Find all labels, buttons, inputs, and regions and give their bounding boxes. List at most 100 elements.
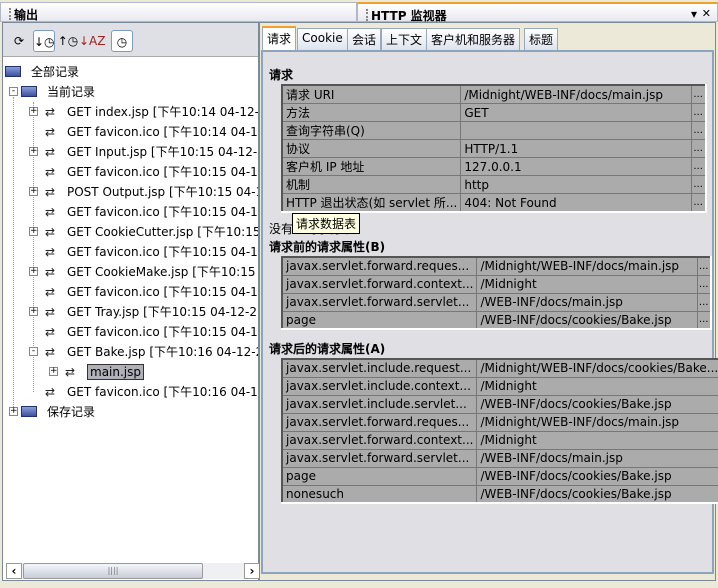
tree-root[interactable]: 全部记录 — [5, 62, 79, 82]
refresh-button[interactable]: ⟳ — [8, 30, 30, 52]
after-attributes-table[interactable]: javax.servlet.include.request.../Midnigh… — [281, 358, 718, 504]
table-row[interactable]: 协议 HTTP/1.1... — [281, 139, 707, 158]
table-row[interactable]: javax.servlet.include.request.../Midnigh… — [281, 358, 718, 378]
table-row[interactable]: javax.servlet.forward.servlet.../WEB-INF… — [281, 448, 718, 468]
edit-button[interactable]: ... — [696, 310, 712, 330]
expand-icon[interactable]: + — [29, 267, 38, 276]
tree-request-item[interactable]: ⇄ GET favicon.ico [下午10:15 04-12-27] — [45, 322, 258, 342]
expand-icon[interactable]: + — [9, 407, 18, 416]
table-row[interactable]: javax.servlet.forward.servlet.../WEB-INF… — [281, 292, 712, 312]
tree-request-item[interactable]: ⇄ GET Bake.jsp [下午10:16 04-12-27] — [45, 342, 258, 362]
scroll-left-button[interactable]: ‹ — [6, 563, 22, 579]
table-row[interactable]: javax.servlet.forward.reques.../Midnight… — [281, 256, 712, 276]
property-value: HTTP/1.1 — [460, 139, 693, 158]
monitor-panel-header[interactable]: HTTP 监视器 ▾ ✕ — [357, 2, 718, 23]
tab-2[interactable]: 会话 — [347, 28, 382, 50]
tree-request-item[interactable]: ⇄ GET favicon.ico [下午10:15 04-12-27] — [45, 242, 258, 262]
edit-button[interactable]: ... — [696, 256, 712, 276]
before-attributes-heading: 请求前的请求属性(B) — [269, 240, 386, 254]
tree-request-item[interactable]: ⇄ GET Tray.jsp [下午10:15 04-12-27] — [45, 302, 258, 322]
tree-item-label: GET CookieCutter.jsp [下午10:15 04-12-27] — [67, 225, 258, 239]
table-row[interactable]: 客户机 IP 地址 127.0.0.1... — [281, 157, 707, 176]
edit-button[interactable]: ... — [691, 157, 707, 176]
expand-icon[interactable]: + — [29, 107, 38, 116]
timestamp-button[interactable]: ◷ — [111, 30, 133, 52]
scroll-right-button[interactable]: › — [244, 563, 260, 579]
edit-button[interactable]: ... — [691, 175, 707, 194]
table-row[interactable]: 查询字符串(Q)... — [281, 121, 707, 140]
tree-request-item[interactable]: ⇄ GET favicon.ico [下午10:14 04-12-27] — [45, 122, 258, 142]
table-row[interactable]: nonesuch/WEB-INF/docs/cookies/Bake.jsp..… — [281, 484, 718, 504]
request-icon: ⇄ — [45, 285, 56, 299]
scroll-thumb[interactable]: |||| — [23, 563, 203, 579]
property-value — [460, 121, 693, 140]
tab-1[interactable]: Cookie — [297, 28, 348, 50]
edit-button[interactable]: ... — [691, 139, 707, 158]
folder-icon — [21, 406, 37, 417]
expand-icon[interactable]: + — [29, 227, 38, 236]
edit-button[interactable]: ... — [696, 292, 712, 312]
edit-button[interactable]: ... — [696, 274, 712, 294]
tree-request-item[interactable]: ⇄ GET index.jsp [下午10:14 04-12-27] — [45, 102, 258, 122]
tree-item-label: GET favicon.ico [下午10:15 04-12-27] — [67, 205, 258, 219]
drag-grip-icon[interactable] — [9, 8, 11, 20]
tree-request-item[interactable]: ⇄ GET favicon.ico [下午10:15 04-12-27] — [45, 202, 258, 222]
tab-5[interactable]: 标题 — [524, 28, 559, 50]
request-table[interactable]: 请求 URI/Midnight/WEB-INF/docs/main.jsp...… — [281, 84, 707, 213]
edit-button[interactable]: ... — [691, 103, 707, 122]
sort-time-desc-button[interactable]: ↓◷ — [33, 30, 55, 52]
close-icon[interactable]: ✕ — [702, 7, 711, 20]
output-panel-header[interactable]: 输出 — [0, 2, 357, 22]
edit-button[interactable]: ... — [691, 84, 707, 104]
edit-button[interactable]: ... — [691, 121, 707, 140]
request-icon: ⇄ — [45, 385, 56, 399]
folder-icon — [21, 86, 37, 97]
tree-current[interactable]: 当前记录 — [21, 82, 95, 102]
tree-item-label: GET Input.jsp [下午10:15 04-12-27] — [67, 145, 258, 159]
table-row[interactable]: javax.servlet.forward.context.../Midnigh… — [281, 274, 712, 294]
tree-current-label: 当前记录 — [47, 85, 96, 99]
drag-grip-icon[interactable] — [366, 9, 368, 21]
expand-icon[interactable]: + — [29, 307, 38, 316]
tree-request-item[interactable]: ⇄ POST Output.jsp [下午10:15 04-12-27] — [45, 182, 258, 202]
sort-time-asc-button[interactable]: ↑◷ — [57, 30, 79, 52]
tree-request-item[interactable]: ⇄ GET favicon.ico [下午10:16 04-12-27] — [45, 382, 258, 402]
monitor-panel-title: HTTP 监视器 — [371, 9, 447, 23]
table-row[interactable]: javax.servlet.include.servlet.../WEB-INF… — [281, 394, 718, 414]
expand-icon[interactable]: + — [29, 147, 38, 156]
tab-4[interactable]: 客户机和服务器 — [426, 28, 521, 50]
table-row[interactable]: javax.servlet.forward.context.../Midnigh… — [281, 430, 718, 450]
tree-request-item[interactable]: ⇄ GET Input.jsp [下午10:15 04-12-27] — [45, 142, 258, 162]
tree-guide-line — [13, 97, 14, 407]
tree-request-item[interactable]: ⇄ GET favicon.ico [下午10:15 04-12-27] — [45, 282, 258, 302]
property-value: /WEB-INF/docs/cookies/Bake.jsp — [476, 484, 718, 504]
table-row[interactable]: 方法 GET... — [281, 103, 707, 122]
table-row[interactable]: page/WEB-INF/docs/cookies/Bake.jsp... — [281, 310, 712, 330]
property-name: javax.servlet.forward.servlet... — [281, 292, 478, 312]
tree-saved[interactable]: 保存记录 — [21, 402, 95, 422]
horizontal-scrollbar[interactable]: ‹ |||| › — [6, 563, 260, 579]
table-row[interactable]: javax.servlet.forward.reques.../Midnight… — [281, 412, 718, 432]
dropdown-icon[interactable]: ▾ — [691, 7, 697, 21]
table-row[interactable]: HTTP 退出状态(如 servlet 所... 404: Not Found..… — [281, 193, 707, 213]
table-row[interactable]: javax.servlet.include.context.../Midnigh… — [281, 376, 718, 396]
before-attributes-table[interactable]: javax.servlet.forward.reques.../Midnight… — [281, 256, 712, 330]
tab-3[interactable]: 上下文 — [381, 28, 428, 50]
tab-0[interactable]: 请求 — [262, 26, 297, 50]
table-row[interactable]: 请求 URI/Midnight/WEB-INF/docs/main.jsp... — [281, 84, 707, 104]
edit-button[interactable]: ... — [691, 193, 707, 213]
sort-alpha-button[interactable]: ↓AZ — [79, 30, 105, 52]
collapse-icon[interactable]: - — [29, 347, 38, 356]
tree-request-item[interactable]: ⇄ GET favicon.ico [下午10:15 04-12-27] — [45, 162, 258, 182]
tree-child-item[interactable]: ⇄ main.jsp — [65, 362, 144, 382]
tree-request-item[interactable]: ⇄ GET CookieMake.jsp [下午10:15 04-12-27] — [45, 262, 258, 282]
collapse-icon[interactable]: - — [9, 87, 18, 96]
tree-saved-label: 保存记录 — [47, 405, 96, 419]
tree-request-item[interactable]: ⇄ GET CookieCutter.jsp [下午10:15 04-12-27] — [45, 222, 258, 242]
sort-time-desc-icon: ↓◷ — [34, 35, 55, 49]
table-row[interactable]: 机制 http... — [281, 175, 707, 194]
expand-icon[interactable]: + — [49, 367, 58, 376]
table-row[interactable]: page/WEB-INF/docs/cookies/Bake.jsp... — [281, 466, 718, 486]
expand-icon[interactable]: + — [29, 187, 38, 196]
property-value: /Midnight — [476, 274, 698, 294]
